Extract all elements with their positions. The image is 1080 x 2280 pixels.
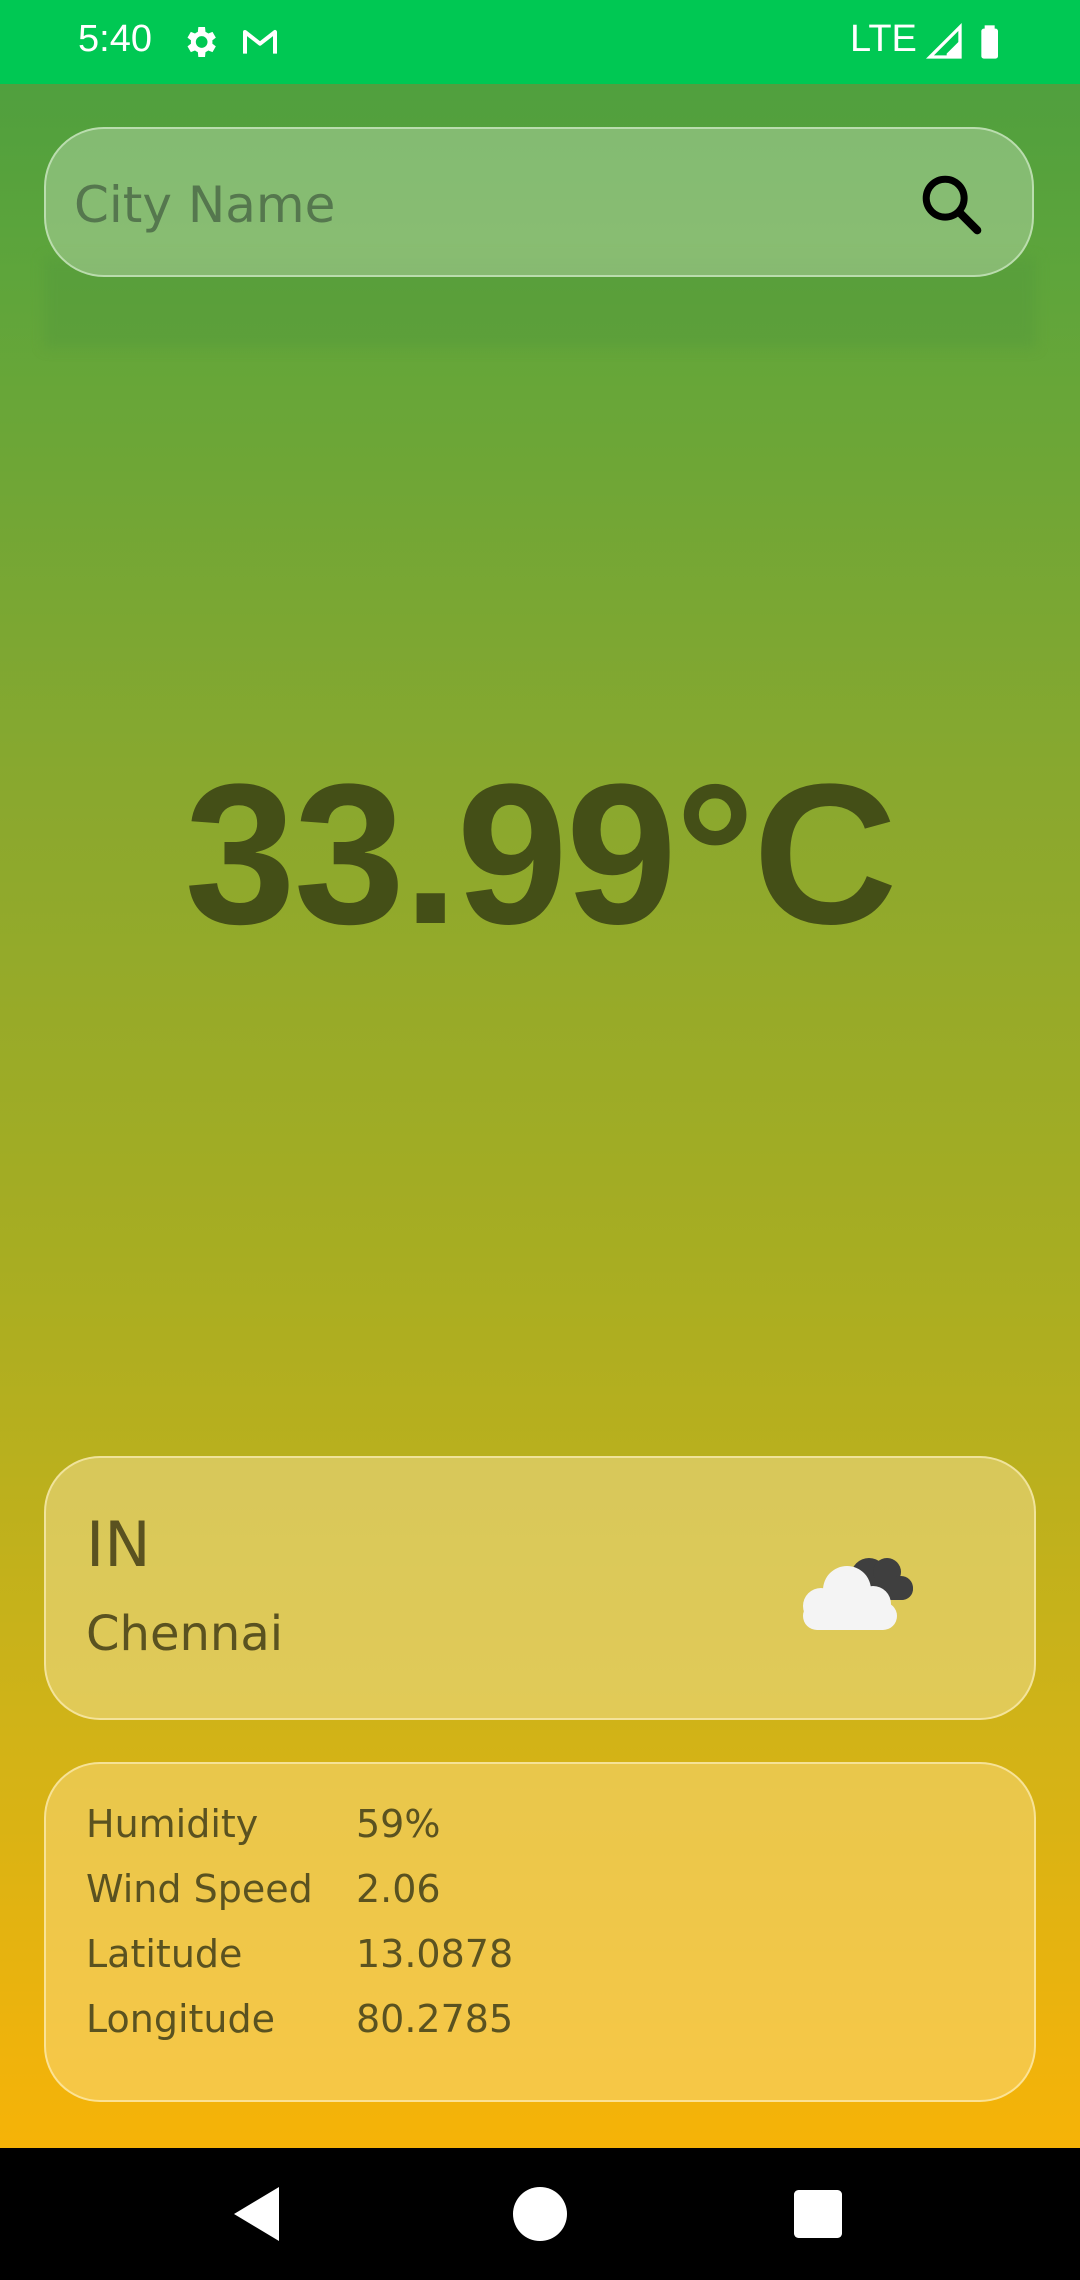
status-time: 5:40 bbox=[78, 18, 152, 60]
detail-label: Wind Speed bbox=[86, 1867, 313, 1911]
detail-value: 59% bbox=[356, 1802, 441, 1846]
back-icon[interactable] bbox=[222, 2178, 294, 2250]
details-card: Humidity 59% Wind Speed 2.06 Latitude 13… bbox=[44, 1762, 1036, 2102]
city-search-input[interactable] bbox=[72, 159, 876, 251]
gmail-icon bbox=[243, 30, 277, 54]
location-card: IN Chennai bbox=[44, 1456, 1036, 1720]
city-name: Chennai bbox=[86, 1606, 284, 1662]
country-code: IN bbox=[86, 1508, 151, 1581]
detail-value: 13.0878 bbox=[356, 1932, 514, 1976]
temperature-display: 33.99°C bbox=[184, 743, 898, 966]
recents-icon[interactable] bbox=[782, 2178, 854, 2250]
search-icon[interactable] bbox=[916, 169, 986, 239]
detail-label: Latitude bbox=[86, 1932, 243, 1976]
signal-icon bbox=[925, 22, 962, 59]
status-bar: 5:40 LTE bbox=[0, 0, 1080, 84]
detail-label: Humidity bbox=[86, 1802, 259, 1846]
detail-value: 2.06 bbox=[356, 1867, 441, 1911]
gear-icon bbox=[187, 27, 216, 57]
detail-label: Longitude bbox=[86, 1997, 275, 2041]
cloudy-icon bbox=[803, 1558, 913, 1630]
detail-value: 80.2785 bbox=[356, 1997, 514, 2041]
weather-app-screen: 5:40 LTE 33.99°C IN Chennai bbox=[0, 0, 1080, 2280]
home-icon[interactable] bbox=[504, 2178, 576, 2250]
network-type: LTE bbox=[850, 18, 917, 60]
battery-icon bbox=[981, 25, 998, 59]
navigation-bar bbox=[0, 2148, 1080, 2280]
search-bar bbox=[44, 127, 1034, 277]
